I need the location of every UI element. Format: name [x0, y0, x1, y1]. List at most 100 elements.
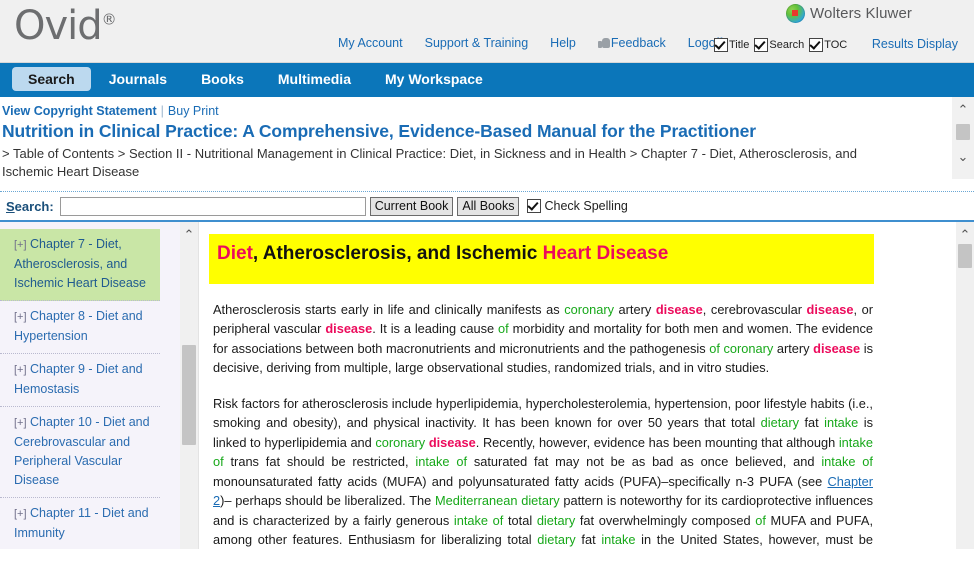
link-help[interactable]: Help	[550, 36, 576, 50]
main-body: [+] Chapter 7 - Diet, Atherosclerosis, a…	[0, 222, 974, 549]
book-search-bar: Search: Current Book All Books Check Spe…	[0, 192, 974, 222]
expander-icon[interactable]: [+]	[14, 508, 27, 520]
wolters-kluwer-brand: Wolters Kluwer	[786, 4, 912, 23]
checkbox-search-label: Search	[769, 39, 805, 51]
link-feedback-label: Feedback	[610, 36, 666, 50]
text-run-green: coronary	[564, 301, 614, 317]
checkbox-title[interactable]: Title	[714, 38, 749, 52]
text-run-green: intake	[824, 415, 859, 431]
breadcrumb: > Table of Contents > Section II - Nutri…	[2, 146, 857, 179]
title-scrollbar[interactable]: ⌃ ⌄	[952, 97, 974, 179]
text-run-pink: disease	[813, 340, 861, 356]
paragraph-2: Risk factors for atherosclerosis include…	[213, 395, 873, 548]
table-of-contents-sidebar: [+] Chapter 7 - Diet, Atherosclerosis, a…	[0, 222, 199, 549]
header-top-links: My Account Support & Training Help Feedb…	[338, 36, 722, 50]
check-spelling-container[interactable]: Check Spelling	[527, 199, 628, 213]
nav-item-my-workspace[interactable]: My Workspace	[369, 67, 499, 91]
text-run-green: intake of	[213, 434, 873, 470]
content-inner: Diet, Atherosclerosis, and Ischemic Hear…	[199, 222, 974, 549]
main-navigation: Search Journals Books Multimedia My Work…	[0, 63, 974, 97]
current-book-button[interactable]: Current Book	[369, 196, 454, 216]
text-run-green: dietary	[536, 512, 576, 528]
checkbox-title-label: Title	[729, 39, 750, 51]
text-run-green: intake of	[415, 454, 468, 470]
text-run-green: of	[755, 512, 766, 528]
toc-item-label: Chapter 11 - Diet and Immunity	[14, 506, 149, 540]
nav-item-search[interactable]: Search	[12, 66, 91, 91]
text-run-green: dietary	[537, 532, 576, 548]
paragraph-1: Atherosclerosis starts early in life and…	[213, 301, 873, 376]
link-buy-print[interactable]: Buy Print	[168, 104, 219, 118]
all-books-button[interactable]: All Books	[457, 196, 520, 216]
toc-item-chapter-7[interactable]: [+] Chapter 7 - Diet, Atherosclerosis, a…	[0, 229, 160, 301]
link-results-display[interactable]: Results Display	[872, 37, 958, 51]
text-run-green: Mediterranean dietary	[434, 493, 560, 509]
checkbox-search-box[interactable]	[754, 38, 769, 52]
link-support-training[interactable]: Support & Training	[425, 36, 529, 50]
link-separator: |	[160, 104, 164, 118]
toc-item-label: Chapter 7 - Diet, Atherosclerosis, and I…	[14, 237, 146, 290]
check-spelling-label: Check Spelling	[544, 199, 628, 213]
text-run-green: of	[498, 321, 509, 337]
toc-item-chapter-11[interactable]: [+] Chapter 11 - Diet and Immunity	[0, 498, 160, 549]
link-feedback[interactable]: Feedback	[597, 36, 666, 50]
content-pane: Diet, Atherosclerosis, and Ischemic Hear…	[199, 222, 974, 549]
title-block: View Copyright Statement | Buy Print Nutri…	[0, 97, 974, 187]
expander-icon[interactable]: [+]	[14, 311, 27, 323]
toc-item-label: Chapter 8 - Diet and Hypertension	[14, 309, 143, 343]
toc-scrollbar[interactable]: ⌃	[180, 222, 198, 549]
text-run-pink: disease	[655, 301, 703, 317]
checkbox-title-box[interactable]	[714, 38, 728, 52]
text-run-green: dietary	[760, 415, 800, 431]
search-label: Search:	[6, 198, 54, 214]
content-scrollbar[interactable]: ⌃	[956, 222, 974, 549]
text-run-red: Heart Disease	[542, 243, 669, 264]
checkbox-toc-box[interactable]	[809, 38, 824, 52]
scroll-thumb[interactable]	[958, 244, 972, 268]
scroll-up-icon[interactable]: ⌃	[184, 222, 195, 241]
registered-mark: ®	[101, 10, 117, 29]
toc-item-chapter-9[interactable]: [+] Chapter 9 - Diet and Hemostasis	[0, 354, 160, 407]
toc-item-label: Chapter 10 - Diet and Cerebrovascular an…	[14, 415, 150, 487]
nav-item-books[interactable]: Books	[185, 67, 260, 91]
toc-item-chapter-8[interactable]: [+] Chapter 8 - Diet and Hypertension	[0, 301, 160, 354]
link-view-copyright-statement[interactable]: View Copyright Statement	[2, 104, 157, 118]
nav-item-multimedia[interactable]: Multimedia	[262, 67, 367, 91]
expander-icon[interactable]: [+]	[14, 239, 27, 251]
scroll-thumb[interactable]	[182, 345, 196, 445]
scroll-down-icon[interactable]: ⌄	[958, 140, 969, 163]
check-spelling-checkbox[interactable]	[527, 199, 542, 213]
text-run-pink: disease	[806, 301, 854, 317]
expander-icon[interactable]: [+]	[14, 364, 27, 376]
text-run-pink: disease	[325, 321, 373, 337]
results-display-container: Results Display	[872, 37, 958, 51]
thumbs-up-icon	[597, 37, 610, 49]
text-run-red: Diet	[217, 243, 253, 264]
checkbox-toc-label: TOC	[824, 39, 848, 51]
wolters-kluwer-name: Wolters Kluwer	[810, 5, 912, 22]
scroll-up-icon[interactable]: ⌃	[960, 222, 971, 241]
text-run-pink: disease	[428, 434, 476, 450]
text-run-green: intake of	[821, 454, 873, 470]
expander-icon[interactable]: [+]	[14, 417, 27, 429]
header-display-checkboxes: Title Search TOC	[714, 38, 851, 52]
text-run-green: of coronary	[709, 340, 774, 356]
scroll-up-icon[interactable]: ⌃	[958, 97, 969, 116]
scroll-thumb[interactable]	[956, 124, 970, 140]
text-run-green: intake	[601, 532, 636, 548]
chapter-heading: Diet, Atherosclerosis, and Ischemic Hear…	[209, 234, 874, 284]
ovid-logo: Ovid®	[14, 6, 117, 46]
checkbox-toc[interactable]: TOC	[809, 38, 847, 52]
search-input[interactable]	[59, 196, 366, 216]
copyright-row: View Copyright Statement | Buy Print	[0, 104, 974, 118]
link-my-account[interactable]: My Account	[338, 36, 403, 50]
globe-icon	[786, 4, 806, 23]
nav-item-journals[interactable]: Journals	[93, 67, 183, 91]
toc-item-label: Chapter 9 - Diet and Hemostasis	[14, 362, 143, 396]
text-run-green: intake of	[453, 512, 504, 528]
text-run-green: coronary	[375, 434, 426, 450]
toc-item-chapter-10[interactable]: [+] Chapter 10 - Diet and Cerebrovascula…	[0, 407, 160, 498]
page-header: Ovid® Wolters Kluwer My Account Support …	[0, 0, 974, 63]
ovid-logo-text: Ovid	[14, 3, 103, 49]
checkbox-search[interactable]: Search	[754, 38, 804, 52]
